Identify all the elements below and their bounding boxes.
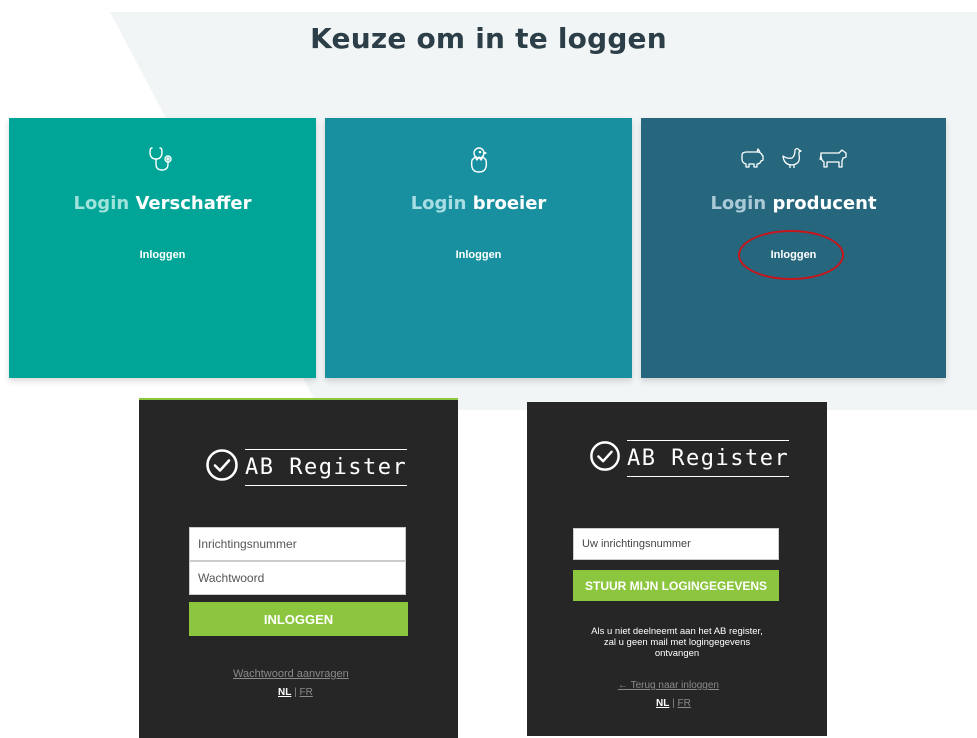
language-switcher: NL | FR: [278, 687, 313, 698]
card-producent[interactable]: Login producent Inloggen: [641, 118, 946, 378]
uw-inrichtingsnummer-input[interactable]: Uw inrichtingsnummer: [573, 528, 779, 560]
card-title: Login producent: [710, 193, 877, 214]
info-text: Als u niet deelneemt aan het AB register…: [591, 626, 763, 659]
ab-register-logo: AB Register: [589, 439, 790, 477]
login-panel: AB Register Inrichtingsnummer Wachtwoord…: [139, 398, 458, 738]
check-circle-icon: [589, 440, 627, 476]
stuur-logingegevens-button[interactable]: STUUR MIJN LOGINGEGEVENS: [573, 570, 779, 601]
card-broeier[interactable]: Login broeier Inloggen: [325, 118, 632, 378]
hatching-chick-icon: [464, 144, 494, 178]
inloggen-button[interactable]: INLOGGEN: [189, 602, 408, 636]
inloggen-link-verschaffer[interactable]: Inloggen: [9, 249, 316, 261]
lang-fr-link[interactable]: FR: [678, 698, 691, 709]
chicken-icon: [779, 144, 805, 178]
wachtwoord-aanvragen-link[interactable]: Wachtwoord aanvragen: [233, 668, 349, 680]
request-login-panel: AB Register Uw inrichtingsnummer STUUR M…: [527, 402, 827, 736]
card-title: Login broeier: [410, 193, 547, 214]
page-title: Keuze om in te loggen: [310, 22, 667, 55]
lang-fr-link[interactable]: FR: [300, 687, 313, 698]
ab-register-logo: AB Register: [205, 448, 408, 486]
card-verschaffer[interactable]: Login Verschaffer Inloggen: [9, 118, 316, 378]
terug-naar-inloggen-link[interactable]: ← Terug naar inloggen: [618, 680, 719, 691]
card-title: Login Verschaffer: [73, 193, 252, 214]
check-circle-icon: [205, 448, 245, 486]
inloggen-link-broeier[interactable]: Inloggen: [325, 249, 632, 261]
lang-nl-link[interactable]: NL: [278, 687, 291, 698]
language-switcher: NL | FR: [656, 698, 691, 709]
wachtwoord-input[interactable]: Wachtwoord: [189, 561, 406, 595]
inrichtingsnummer-input[interactable]: Inrichtingsnummer: [189, 527, 406, 561]
pig-icon: [739, 144, 765, 178]
stethoscope-icon: [146, 144, 180, 178]
highlight-annotation: [738, 230, 844, 280]
lang-nl-link[interactable]: NL: [656, 698, 669, 709]
cow-icon: [818, 144, 849, 178]
